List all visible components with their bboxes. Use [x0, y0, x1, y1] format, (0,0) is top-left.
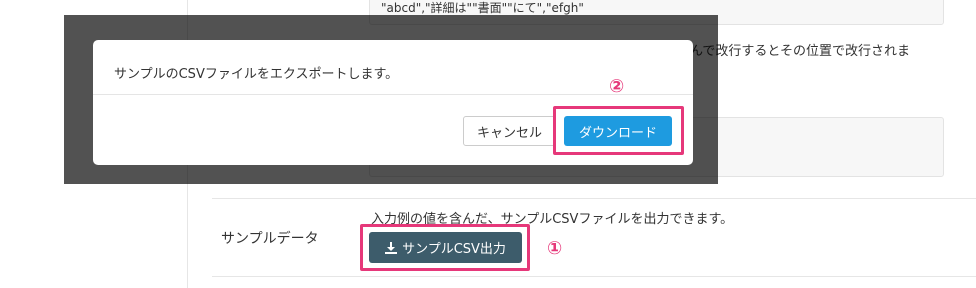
row-label: サンプルデータ — [221, 231, 319, 247]
modal-message: サンプルのCSVファイルをエクスポートします。 — [114, 67, 399, 82]
modal-divider — [93, 94, 693, 95]
annotation-marker-1: ① — [547, 238, 563, 259]
page: "abcd","詳細は""書面""にて","efgh" んで改行するとその位置で… — [0, 0, 976, 288]
highlight-box-1 — [360, 224, 530, 271]
description-note: んで改行するとその位置で改行されま — [690, 44, 910, 59]
highlight-box-2 — [553, 106, 684, 155]
annotation-marker-2: ② — [609, 76, 625, 97]
code-sample-text: "abcd","詳細は""書面""にて","efgh" — [381, 1, 584, 15]
cancel-button[interactable]: キャンセル — [463, 116, 556, 146]
cancel-button-label: キャンセル — [476, 125, 542, 141]
row-divider-top — [212, 198, 976, 199]
row-divider-bottom — [212, 276, 976, 277]
